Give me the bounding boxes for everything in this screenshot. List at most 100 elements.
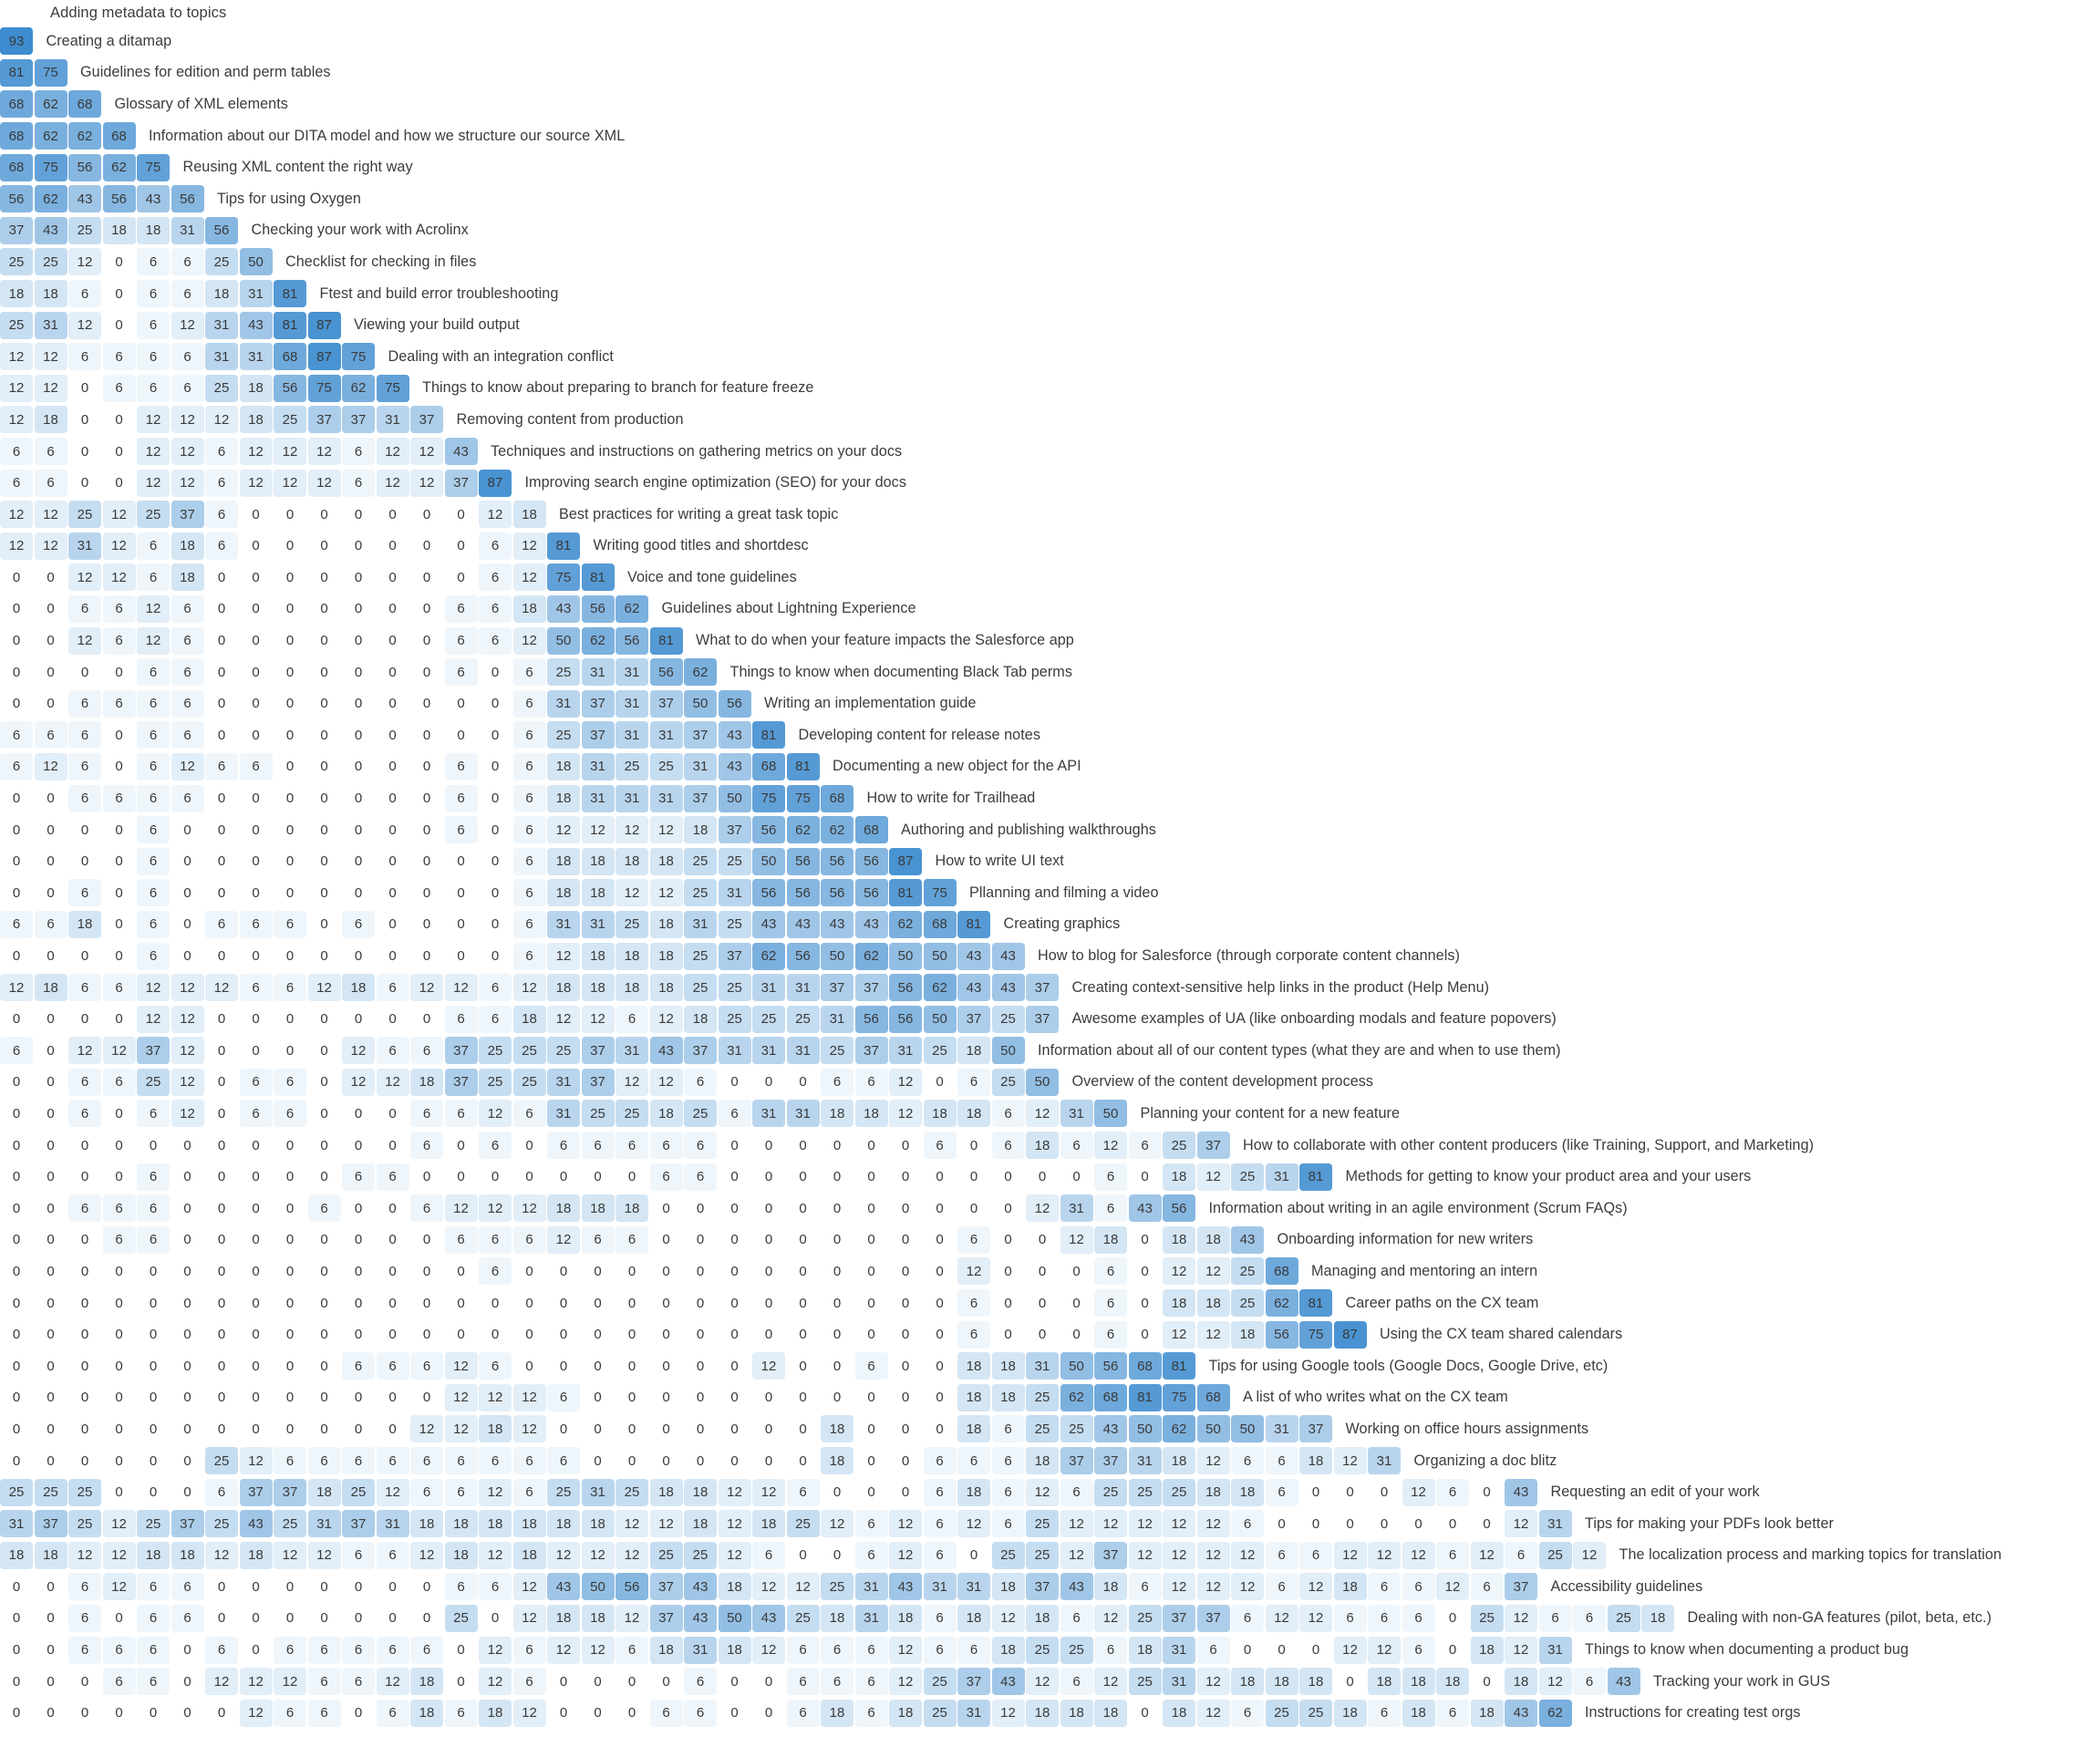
heatmap-cell[interactable]: 50	[1026, 1068, 1059, 1096]
heatmap-cell[interactable]: 12	[1026, 1478, 1059, 1506]
heatmap-cell[interactable]: 0	[444, 879, 478, 907]
heatmap-cell[interactable]: 0	[889, 1163, 922, 1191]
heatmap-cell[interactable]: 0	[0, 1383, 33, 1411]
heatmap-cell[interactable]: 6	[102, 1636, 136, 1664]
heatmap-cell[interactable]: 0	[171, 1668, 204, 1696]
heatmap-cell[interactable]: 6	[1265, 1573, 1298, 1601]
heatmap-cell[interactable]: 18	[137, 216, 170, 244]
heatmap-cell[interactable]: 31	[581, 910, 615, 938]
heatmap-cell[interactable]: 0	[376, 1100, 409, 1128]
heatmap-cell[interactable]: 0	[171, 847, 204, 875]
heatmap-cell[interactable]: 6	[991, 1478, 1025, 1506]
heatmap-cell[interactable]: 12	[889, 1068, 922, 1096]
heatmap-cell[interactable]: 0	[1368, 1478, 1401, 1506]
heatmap-cell[interactable]: 31	[957, 1699, 990, 1727]
heatmap-cell[interactable]: 0	[342, 1604, 375, 1632]
heatmap-cell[interactable]: 0	[239, 626, 273, 655]
heatmap-cell[interactable]: 0	[0, 1257, 33, 1286]
heatmap-cell[interactable]: 0	[205, 563, 238, 592]
heatmap-cell[interactable]: 56	[786, 942, 820, 970]
heatmap-cell[interactable]: 12	[0, 343, 33, 371]
heatmap-cell[interactable]: 0	[102, 1163, 136, 1191]
heatmap-cell[interactable]: 0	[479, 784, 512, 812]
heatmap-cell[interactable]: 0	[342, 1225, 375, 1254]
heatmap-cell[interactable]: 6	[1505, 1541, 1537, 1569]
heatmap-cell[interactable]: 0	[0, 563, 33, 592]
heatmap-cell[interactable]: 0	[410, 532, 443, 560]
heatmap-cell[interactable]: 0	[376, 1573, 409, 1601]
heatmap-cell[interactable]: 0	[1333, 1668, 1367, 1696]
heatmap-cell[interactable]: 18	[684, 1510, 717, 1538]
heatmap-cell[interactable]: 31	[923, 1573, 957, 1601]
heatmap-cell[interactable]: 0	[0, 1068, 33, 1096]
heatmap-cell[interactable]: 0	[239, 816, 273, 844]
heatmap-cell[interactable]: 0	[205, 1604, 238, 1632]
heatmap-cell[interactable]: 18	[1436, 1668, 1469, 1696]
heatmap-cell[interactable]: 31	[1538, 1636, 1572, 1664]
heatmap-cell[interactable]: 12	[410, 469, 443, 497]
heatmap-cell[interactable]: 0	[342, 1573, 375, 1601]
heatmap-cell[interactable]: 0	[274, 1415, 306, 1443]
heatmap-cell[interactable]: 31	[752, 1037, 785, 1065]
heatmap-cell[interactable]: 6	[444, 1573, 478, 1601]
heatmap-cell[interactable]: 18	[512, 1005, 546, 1033]
heatmap-cell[interactable]: 6	[307, 1194, 341, 1223]
heatmap-cell[interactable]: 6	[512, 752, 546, 780]
heatmap-cell[interactable]: 0	[342, 1320, 375, 1349]
heatmap-cell[interactable]: 18	[854, 1100, 888, 1128]
heatmap-cell[interactable]: 75	[923, 879, 957, 907]
heatmap-cell[interactable]: 68	[0, 153, 33, 181]
heatmap-cell[interactable]: 43	[1505, 1478, 1537, 1506]
heatmap-cell[interactable]: 12	[479, 1194, 512, 1223]
heatmap-cell[interactable]: 0	[307, 1604, 341, 1632]
heatmap-cell[interactable]: 25	[1607, 1604, 1640, 1632]
heatmap-cell[interactable]: 0	[718, 1225, 751, 1254]
heatmap-cell[interactable]: 12	[205, 406, 238, 434]
heatmap-cell[interactable]: 0	[376, 1194, 409, 1223]
heatmap-cell[interactable]: 0	[274, 501, 306, 529]
heatmap-cell[interactable]: 0	[0, 1194, 33, 1223]
heatmap-cell[interactable]: 12	[1196, 1447, 1230, 1475]
heatmap-cell[interactable]: 18	[1333, 1699, 1367, 1727]
heatmap-cell[interactable]: 6	[68, 879, 101, 907]
heatmap-cell[interactable]: 18	[821, 1699, 853, 1727]
heatmap-cell[interactable]: 0	[274, 1163, 306, 1191]
heatmap-cell[interactable]: 12	[34, 374, 67, 402]
heatmap-cell[interactable]: 18	[547, 1510, 580, 1538]
heatmap-cell[interactable]: 12	[479, 1478, 512, 1506]
heatmap-cell[interactable]: 43	[1060, 1573, 1093, 1601]
heatmap-cell[interactable]: 0	[307, 752, 341, 780]
heatmap-cell[interactable]: 6	[512, 1447, 546, 1475]
heatmap-cell[interactable]: 18	[547, 974, 580, 1002]
heatmap-cell[interactable]: 0	[821, 1132, 853, 1160]
heatmap-cell[interactable]: 0	[34, 1636, 67, 1664]
heatmap-cell[interactable]: 0	[649, 1415, 683, 1443]
heatmap-cell[interactable]: 0	[239, 1320, 273, 1349]
heatmap-cell[interactable]: 12	[889, 1510, 922, 1538]
heatmap-cell[interactable]: 12	[786, 1573, 820, 1601]
heatmap-cell[interactable]: 12	[376, 469, 409, 497]
heatmap-cell[interactable]: 12	[1128, 1510, 1162, 1538]
heatmap-cell[interactable]: 12	[1196, 1668, 1230, 1696]
heatmap-cell[interactable]: 6	[68, 974, 101, 1002]
heatmap-cell[interactable]: 18	[171, 532, 204, 560]
heatmap-cell[interactable]: 0	[307, 1573, 341, 1601]
heatmap-cell[interactable]: 37	[444, 469, 478, 497]
heatmap-cell[interactable]: 37	[274, 1478, 306, 1506]
heatmap-cell[interactable]: 56	[616, 1573, 648, 1601]
heatmap-cell[interactable]: 75	[786, 784, 820, 812]
heatmap-cell[interactable]: 12	[1368, 1541, 1401, 1569]
heatmap-cell[interactable]: 0	[854, 1225, 888, 1254]
heatmap-cell[interactable]: 6	[444, 1225, 478, 1254]
heatmap-cell[interactable]: 31	[752, 1100, 785, 1128]
heatmap-cell[interactable]: 25	[1163, 1478, 1195, 1506]
heatmap-cell[interactable]: 43	[1505, 1699, 1537, 1727]
heatmap-cell[interactable]: 6	[923, 1604, 957, 1632]
heatmap-cell[interactable]: 25	[274, 1510, 306, 1538]
heatmap-cell[interactable]: 6	[137, 280, 170, 308]
heatmap-cell[interactable]: 18	[616, 847, 648, 875]
heatmap-cell[interactable]: 25	[0, 1478, 33, 1506]
heatmap-cell[interactable]: 6	[854, 1352, 888, 1380]
heatmap-cell[interactable]: 12	[1196, 1699, 1230, 1727]
heatmap-cell[interactable]: 81	[1128, 1383, 1162, 1411]
